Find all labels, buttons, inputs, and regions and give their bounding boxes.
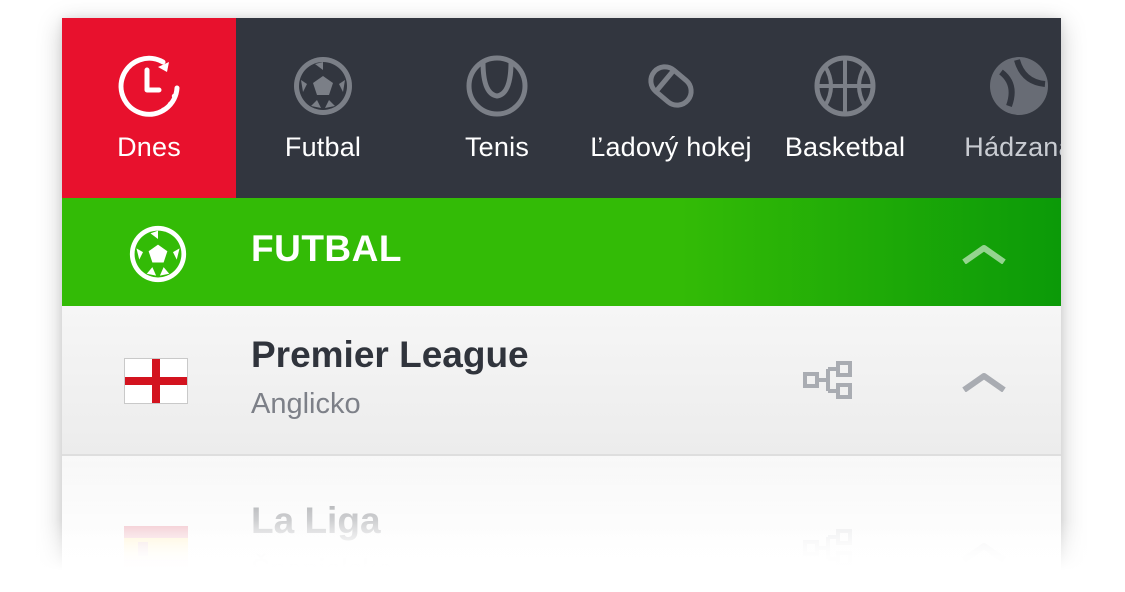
- soccer-ball-icon: [294, 57, 352, 115]
- sport-nav-bar: Dnes Futbal Tenis Ľadový hokej Basketbal…: [62, 18, 1061, 198]
- chevron-up-icon[interactable]: [962, 542, 1006, 562]
- chevron-up-icon[interactable]: [962, 244, 1006, 264]
- league-row-la-liga[interactable]: La Liga Španielsko: [62, 456, 1061, 578]
- tab-label: Futbal: [284, 132, 362, 162]
- tab-football[interactable]: Futbal: [236, 18, 410, 198]
- spain-flag-icon: [124, 526, 188, 572]
- tab-today[interactable]: Dnes: [62, 18, 236, 198]
- tab-basketball[interactable]: Basketbal: [758, 18, 932, 198]
- tab-label: Dnes: [117, 132, 181, 162]
- tab-label: Ľadový hokej: [590, 132, 752, 162]
- tab-tennis[interactable]: Tenis: [410, 18, 584, 198]
- bracket-icon[interactable]: [802, 528, 854, 568]
- league-name: La Liga: [251, 500, 381, 541]
- football-section-header[interactable]: FUTBAL: [62, 198, 1061, 306]
- today-clock-icon: [118, 55, 180, 117]
- handball-icon: [990, 57, 1048, 115]
- section-title: FUTBAL: [251, 228, 402, 269]
- tab-label: Tenis: [464, 132, 530, 162]
- tab-label: Hádzana: [964, 132, 1061, 162]
- bracket-icon[interactable]: [802, 360, 854, 400]
- hockey-puck-icon: [648, 64, 694, 108]
- league-name: Premier League: [251, 334, 529, 375]
- tab-label: Basketbal: [784, 132, 906, 162]
- sports-panel: Dnes Futbal Tenis Ľadový hokej Basketbal…: [62, 18, 1061, 578]
- soccer-ball-icon: [129, 225, 187, 283]
- chevron-up-icon[interactable]: [962, 372, 1006, 392]
- england-flag-icon: [124, 358, 188, 404]
- league-country: Španielsko: [251, 554, 393, 578]
- basketball-icon: [814, 55, 876, 117]
- tab-handball[interactable]: Hádzana: [932, 18, 1061, 198]
- league-row-premier-league[interactable]: Premier League Anglicko: [62, 306, 1061, 456]
- league-country: Anglicko: [251, 388, 361, 420]
- tennis-ball-icon: [466, 55, 528, 117]
- tab-ice-hockey[interactable]: Ľadový hokej: [584, 18, 758, 198]
